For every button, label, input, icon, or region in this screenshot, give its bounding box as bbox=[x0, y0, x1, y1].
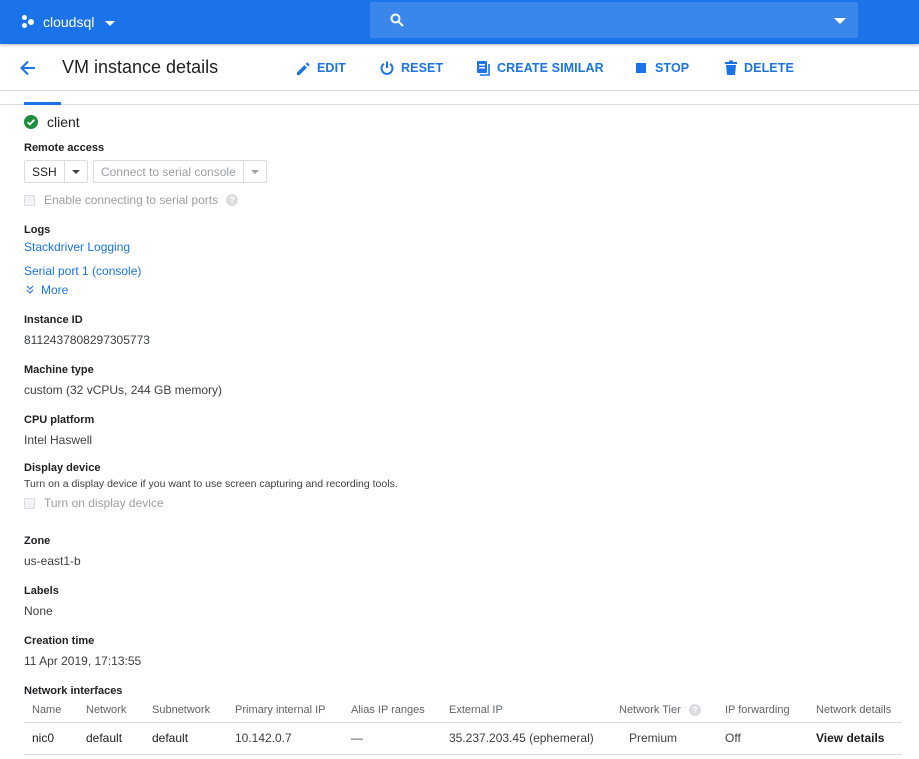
col-network-details: Network details bbox=[808, 699, 902, 723]
serial-console-split-button: Connect to serial console bbox=[93, 160, 267, 183]
cell-name: nic0 bbox=[24, 722, 78, 755]
search-dropdown-icon[interactable] bbox=[834, 18, 846, 24]
col-ip-forwarding: IP forwarding bbox=[717, 699, 808, 723]
instance-id-value: 8112437808297305773 bbox=[24, 333, 150, 347]
creation-time-label: Creation time bbox=[24, 635, 95, 647]
cell-ip-forwarding: Off bbox=[717, 722, 808, 755]
search-bar[interactable] bbox=[370, 2, 858, 38]
serial-console-button[interactable]: Connect to serial console bbox=[94, 161, 244, 182]
view-details-link[interactable]: View details bbox=[808, 722, 902, 755]
col-name: Name bbox=[24, 699, 78, 723]
page-title: VM instance details bbox=[62, 57, 219, 77]
top-bar: cloudsql bbox=[0, 0, 919, 44]
ssh-dropdown[interactable] bbox=[65, 161, 87, 182]
pencil-icon bbox=[297, 62, 310, 75]
cell-network-tier: Premium bbox=[611, 722, 717, 755]
caret-down-icon bbox=[71, 169, 80, 174]
back-arrow-icon[interactable] bbox=[18, 58, 38, 78]
remote-access-label: Remote access bbox=[24, 142, 105, 154]
search-input[interactable] bbox=[418, 8, 818, 32]
instance-id-label: Instance ID bbox=[24, 314, 83, 326]
display-device-checkbox[interactable] bbox=[24, 497, 35, 509]
labels-label: Labels bbox=[24, 585, 59, 597]
network-interfaces-table: Name Network Subnetwork Primary internal… bbox=[24, 699, 902, 755]
stop-icon bbox=[636, 63, 646, 73]
col-network: Network bbox=[78, 699, 144, 723]
enable-serial-row: Enable connecting to serial ports ? bbox=[24, 193, 239, 207]
check-circle-icon bbox=[24, 115, 38, 129]
table-header-row: Name Network Subnetwork Primary internal… bbox=[24, 699, 902, 723]
project-icon bbox=[22, 15, 36, 29]
help-icon[interactable]: ? bbox=[226, 194, 239, 206]
project-name: cloudsql bbox=[43, 14, 95, 30]
search-icon bbox=[390, 13, 404, 27]
machine-type-value: custom (32 vCPUs, 244 GB memory) bbox=[24, 383, 223, 397]
network-interfaces-label: Network interfaces bbox=[24, 685, 123, 697]
zone-value: us-east1-b bbox=[24, 554, 81, 568]
copy-icon bbox=[477, 61, 490, 76]
logs-label: Logs bbox=[24, 224, 51, 236]
ssh-button[interactable]: SSH bbox=[25, 161, 65, 182]
cell-network: default bbox=[78, 722, 144, 755]
col-primary-internal-ip: Primary internal IP bbox=[227, 699, 343, 723]
zone-label: Zone bbox=[24, 535, 51, 547]
cpu-platform-label: CPU platform bbox=[24, 414, 95, 426]
display-device-row: Turn on display device bbox=[24, 496, 164, 510]
instance-name-row: client bbox=[24, 113, 80, 131]
tab-bar bbox=[0, 91, 919, 105]
stackdriver-logging-link[interactable]: Stackdriver Logging bbox=[24, 240, 130, 254]
table-row: nic0 default default 10.142.0.7 — 35.237… bbox=[24, 722, 902, 755]
col-subnetwork: Subnetwork bbox=[144, 699, 227, 723]
tab-details-indicator[interactable] bbox=[24, 102, 61, 105]
cpu-platform-value: Intel Haswell bbox=[24, 433, 93, 447]
col-external-ip: External IP bbox=[441, 699, 611, 723]
delete-button[interactable]: DELETE bbox=[724, 59, 794, 77]
col-network-tier: Network Tier? bbox=[611, 699, 717, 723]
cell-primary-internal-ip: 10.142.0.7 bbox=[227, 722, 343, 755]
stop-button[interactable]: STOP bbox=[635, 59, 689, 77]
edit-button[interactable]: EDIT bbox=[295, 59, 346, 77]
help-icon[interactable]: ? bbox=[688, 704, 701, 717]
chevron-down-icon bbox=[105, 20, 116, 26]
reset-button[interactable]: RESET bbox=[379, 59, 443, 77]
caret-down-icon bbox=[250, 169, 259, 174]
project-selector[interactable]: cloudsql bbox=[22, 11, 116, 33]
display-device-label: Display device bbox=[24, 462, 101, 474]
more-link[interactable]: More bbox=[24, 283, 68, 297]
ssh-split-button: SSH bbox=[24, 160, 88, 183]
display-device-description: Turn on a display device if you want to … bbox=[24, 478, 398, 490]
cell-external-ip: 35.237.203.45 (ephemeral) bbox=[441, 722, 611, 755]
col-alias-ip-ranges: Alias IP ranges bbox=[343, 699, 441, 723]
instance-name: client bbox=[47, 114, 80, 130]
display-device-checkbox-label: Turn on display device bbox=[44, 496, 164, 510]
serial-port-link[interactable]: Serial port 1 (console) bbox=[24, 264, 141, 278]
cell-subnetwork: default bbox=[144, 722, 227, 755]
double-chevron-down-icon bbox=[26, 285, 34, 294]
machine-type-label: Machine type bbox=[24, 364, 94, 376]
creation-time-value: 11 Apr 2019, 17:13:55 bbox=[24, 654, 142, 668]
trash-icon bbox=[725, 60, 737, 75]
create-similar-button[interactable]: CREATE SIMILAR bbox=[476, 59, 604, 77]
power-icon bbox=[380, 61, 394, 75]
page-header: VM instance details EDIT RESET CREATE SI… bbox=[0, 44, 919, 91]
enable-serial-label: Enable connecting to serial ports bbox=[44, 193, 219, 207]
cell-alias-ip-ranges: — bbox=[343, 722, 441, 755]
enable-serial-checkbox[interactable] bbox=[24, 194, 35, 206]
labels-value: None bbox=[24, 604, 53, 618]
serial-console-dropdown[interactable] bbox=[244, 161, 266, 182]
